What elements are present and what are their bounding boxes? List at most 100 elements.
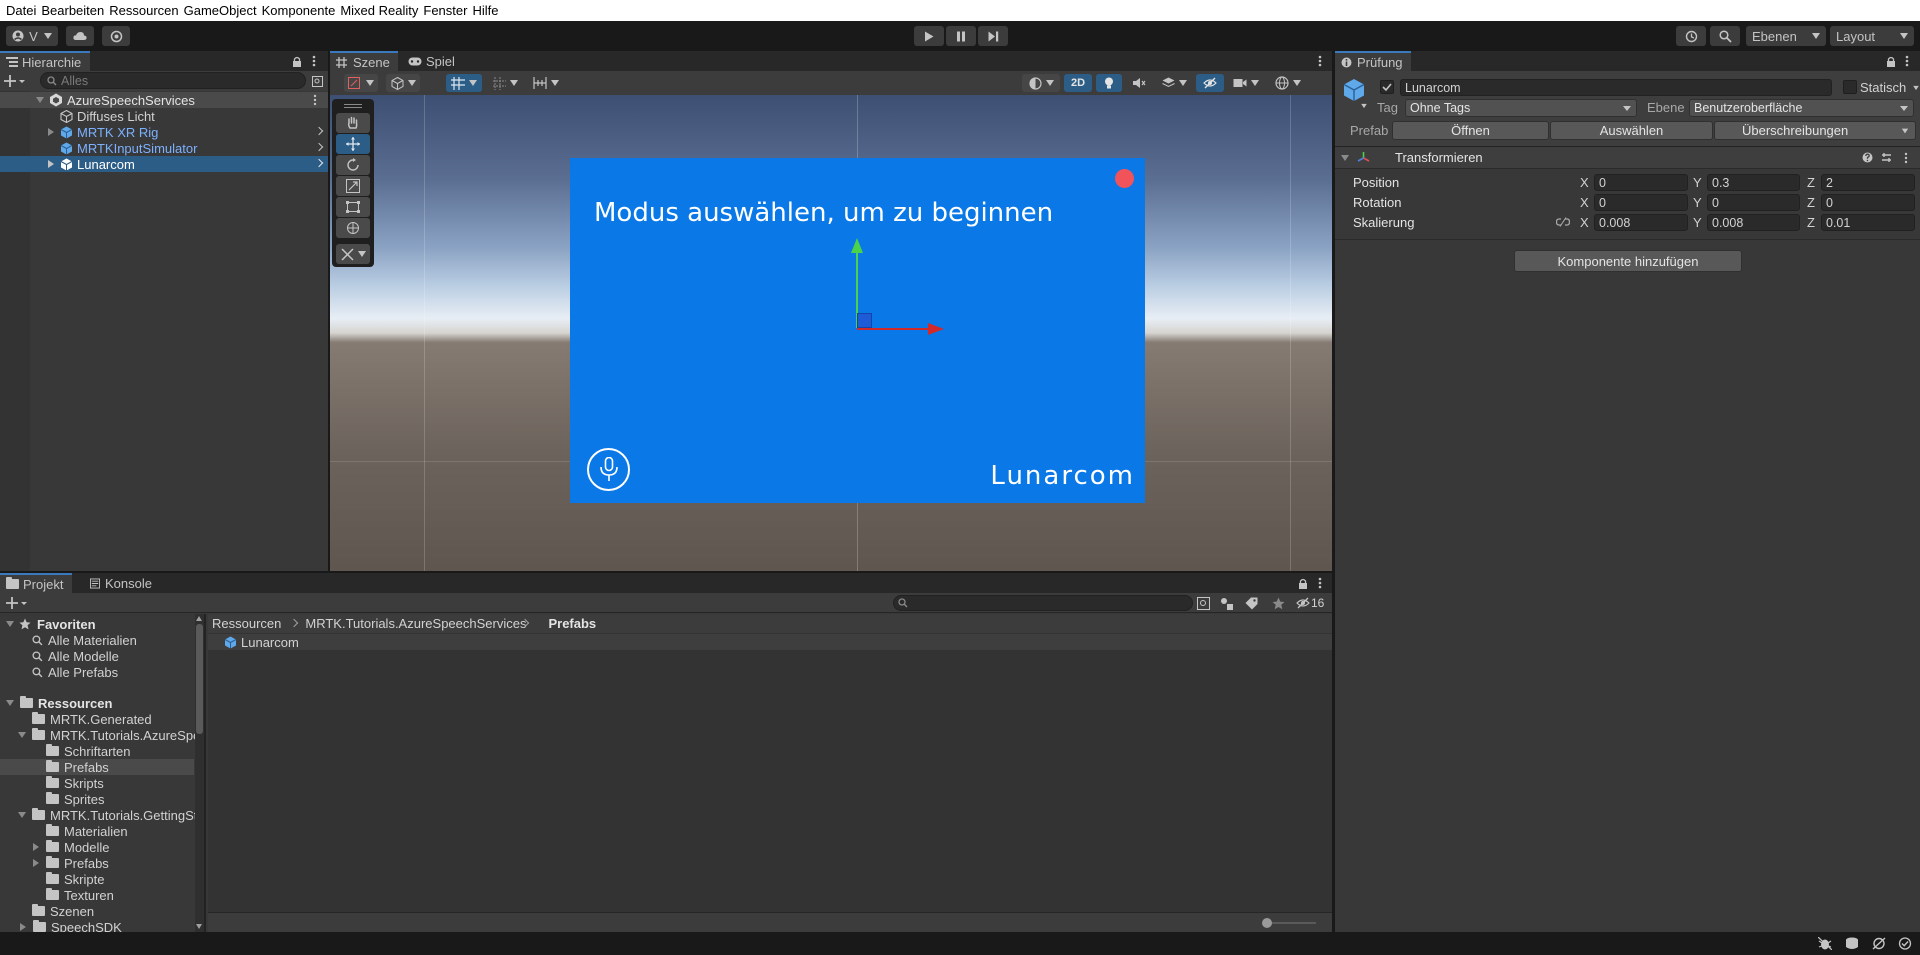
star-icon[interactable] [1272,597,1285,610]
presets-icon[interactable] [1881,152,1892,163]
lock-icon[interactable] [1886,56,1896,67]
collab-button[interactable] [102,26,130,46]
gizmo-y-arrow-icon[interactable] [851,238,863,253]
tag-dropdown[interactable]: Ohne Tags [1405,99,1637,117]
tree-folder[interactable]: Skripte [46,871,104,887]
audio-button[interactable] [1126,74,1152,92]
expand-icon[interactable] [33,843,39,851]
move-tool-button[interactable] [336,134,370,154]
more-icon[interactable] [1905,55,1909,67]
collapse-icon[interactable] [1341,155,1349,161]
favorite-item[interactable]: Alle Prefabs [32,664,118,680]
custom-tool-button[interactable] [336,244,370,264]
tag-icon[interactable] [1245,597,1258,610]
tab-inspector[interactable]: Prüfung [1335,51,1411,71]
scale-y-input[interactable]: 0.008 [1707,214,1800,231]
asset-row[interactable]: Lunarcom [208,634,1332,650]
project-search-input[interactable] [893,595,1193,611]
rotation-y-input[interactable]: 0 [1707,194,1800,211]
favorite-item[interactable]: Alle Modelle [32,648,119,664]
breadcrumb-item[interactable]: Ressourcen [212,616,281,631]
unlink-icon[interactable] [1556,217,1570,227]
gizmos-button[interactable] [1270,74,1306,92]
camera-button[interactable] [1228,74,1264,92]
hierarchy-search-input[interactable]: Alles [40,72,306,89]
scroll-thumb[interactable] [196,624,203,734]
favorite-item[interactable]: Alle Materialien [32,632,137,648]
resources-header[interactable]: Ressourcen [0,695,112,711]
breadcrumb-item-current[interactable]: Prefabs [548,616,596,631]
tab-hierarchy[interactable]: Hierarchie [0,51,90,71]
tree-folder[interactable]: MRTK.Tutorials.GettingSta [0,807,204,823]
lock-icon[interactable] [292,56,302,67]
hierarchy-item-mrtk-input-simulator[interactable]: MRTKInputSimulator [0,140,328,156]
align-button[interactable] [528,74,564,92]
menu-bearbeiten[interactable]: Bearbeiten [41,3,104,18]
breadcrumb-item[interactable]: MRTK.Tutorials.AzureSpeechServices [305,616,526,631]
tab-project[interactable]: Projekt [0,573,72,593]
scale-tool-button[interactable] [336,176,370,196]
transform-tool-button[interactable] [336,218,370,238]
rotate-tool-button[interactable] [336,155,370,175]
pause-button[interactable] [946,26,976,46]
create-button[interactable] [4,74,26,88]
hierarchy-scene-row[interactable]: AzureSpeechServices [0,92,328,108]
hand-tool-button[interactable] [336,113,370,133]
gizmo-plane-handle[interactable] [857,313,872,328]
tree-folder[interactable]: Schriftarten [46,743,130,759]
transform-component-header[interactable]: Transformieren [1335,147,1920,169]
tree-folder[interactable]: Skripts [46,775,104,791]
menu-mixed-reality[interactable]: Mixed Reality [340,3,418,18]
tab-game[interactable]: Spiel [402,51,462,71]
microphone-button[interactable] [587,448,630,491]
hierarchy-item-lunarcom[interactable]: Lunarcom [0,156,328,172]
menu-komponente[interactable]: Komponente [262,3,336,18]
tree-scrollbar[interactable] [195,614,204,932]
more-icon[interactable] [1904,152,1908,164]
search-options-icon[interactable] [312,76,323,87]
prefab-overrides-button[interactable]: Überschreibungen [1714,121,1916,140]
object-name-input[interactable]: Lunarcom [1400,79,1832,96]
collapse-icon[interactable] [18,732,26,738]
expand-icon[interactable] [33,859,39,867]
hidden-packages-toggle[interactable]: 16 [1296,596,1324,610]
bug-icon[interactable] [1818,937,1832,950]
tree-folder[interactable]: Modelle [0,839,110,855]
scroll-up-icon[interactable] [196,616,202,621]
rotation-z-input[interactable]: 0 [1821,194,1915,211]
help-icon[interactable] [1862,152,1873,163]
chevron-right-icon[interactable] [314,158,324,168]
hidden-objects-button[interactable] [1196,74,1224,92]
history-button[interactable] [1676,26,1706,46]
menu-datei[interactable]: Datei [6,3,36,18]
tree-folder[interactable]: Texturen [46,887,114,903]
play-button[interactable] [914,26,944,46]
tree-folder[interactable]: Prefabs [0,855,109,871]
tree-folder[interactable]: Materialien [46,823,128,839]
zoom-slider-thumb[interactable] [1262,918,1272,928]
more-icon[interactable] [312,55,316,67]
chevron-right-icon[interactable] [314,142,324,152]
static-checkbox[interactable] [1843,80,1857,94]
position-z-input[interactable]: 2 [1821,174,1915,191]
tree-folder[interactable]: SpeechSDK [0,919,122,932]
search-button[interactable] [1710,26,1740,46]
add-component-button[interactable]: Komponente hinzufügen [1514,250,1742,272]
snap-increment-button[interactable] [488,74,522,92]
position-x-input[interactable]: 0 [1594,174,1688,191]
chevron-right-icon[interactable] [314,126,324,136]
more-icon[interactable] [313,94,317,106]
zoom-slider-track[interactable] [1266,922,1316,924]
lock-icon[interactable] [1298,578,1308,589]
scale-z-input[interactable]: 0.01 [1821,214,1915,231]
search-by-type-icon[interactable] [1197,597,1210,610]
account-button[interactable]: V [6,26,58,46]
tree-folder-selected[interactable]: Prefabs [0,759,194,775]
hierarchy-item-diffuses-licht[interactable]: Diffuses Licht [0,108,328,124]
scale-x-input[interactable]: 0.008 [1594,214,1688,231]
project-create-button[interactable] [6,596,28,610]
rotation-x-input[interactable]: 0 [1594,194,1688,211]
tree-folder[interactable]: Sprites [46,791,104,807]
filter-type-icon[interactable] [1220,597,1233,610]
view-options-button[interactable] [386,74,420,92]
